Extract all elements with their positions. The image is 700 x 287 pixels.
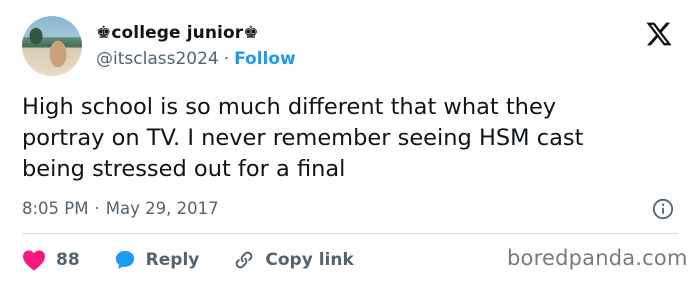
copy-link-button[interactable]: Copy link [233,249,354,271]
author-name-row: ♚college junior♚ [96,22,259,44]
avatar-palm-graphic [28,26,44,46]
avatar[interactable] [22,16,82,76]
watermark: boredpanda.com [507,246,688,270]
reply-label: Reply [145,250,200,270]
author-display-name[interactable]: ♚college junior♚ [96,23,259,43]
copy-link-label: Copy link [265,250,354,270]
action-bar: 88 Reply Copy link [22,246,354,274]
tweet-text: High school is so much different that wh… [22,92,682,185]
like-button[interactable]: 88 [22,249,80,271]
x-logo-icon[interactable] [643,20,675,48]
author-handle-row: @itsclass2024 · Follow [96,48,296,70]
tweet-time[interactable]: 8:05 PM [22,199,88,218]
info-icon[interactable] [652,198,674,220]
handle-separator: · [223,49,230,69]
tweet-card: ♚college junior♚ @itsclass2024 · Follow … [0,0,700,287]
reply-button[interactable]: Reply [114,249,200,271]
tweet-date[interactable]: May 29, 2017 [106,199,219,218]
divider [22,233,678,234]
tweet-text-line: portray on TV. I never remember seeing H… [22,125,584,151]
tweet-text-line: being stressed out for a final [22,156,346,182]
tweet-timestamp[interactable]: 8:05 PM · May 29, 2017 [22,199,219,218]
author-handle[interactable]: @itsclass2024 [96,49,219,69]
heart-icon [23,250,45,271]
like-count: 88 [56,250,80,270]
tweet-text-line: High school is so much different that wh… [22,94,557,120]
link-icon [236,251,253,269]
follow-button[interactable]: Follow [234,49,296,69]
timestamp-separator: · [94,199,100,218]
speech-bubble-icon [115,250,134,270]
